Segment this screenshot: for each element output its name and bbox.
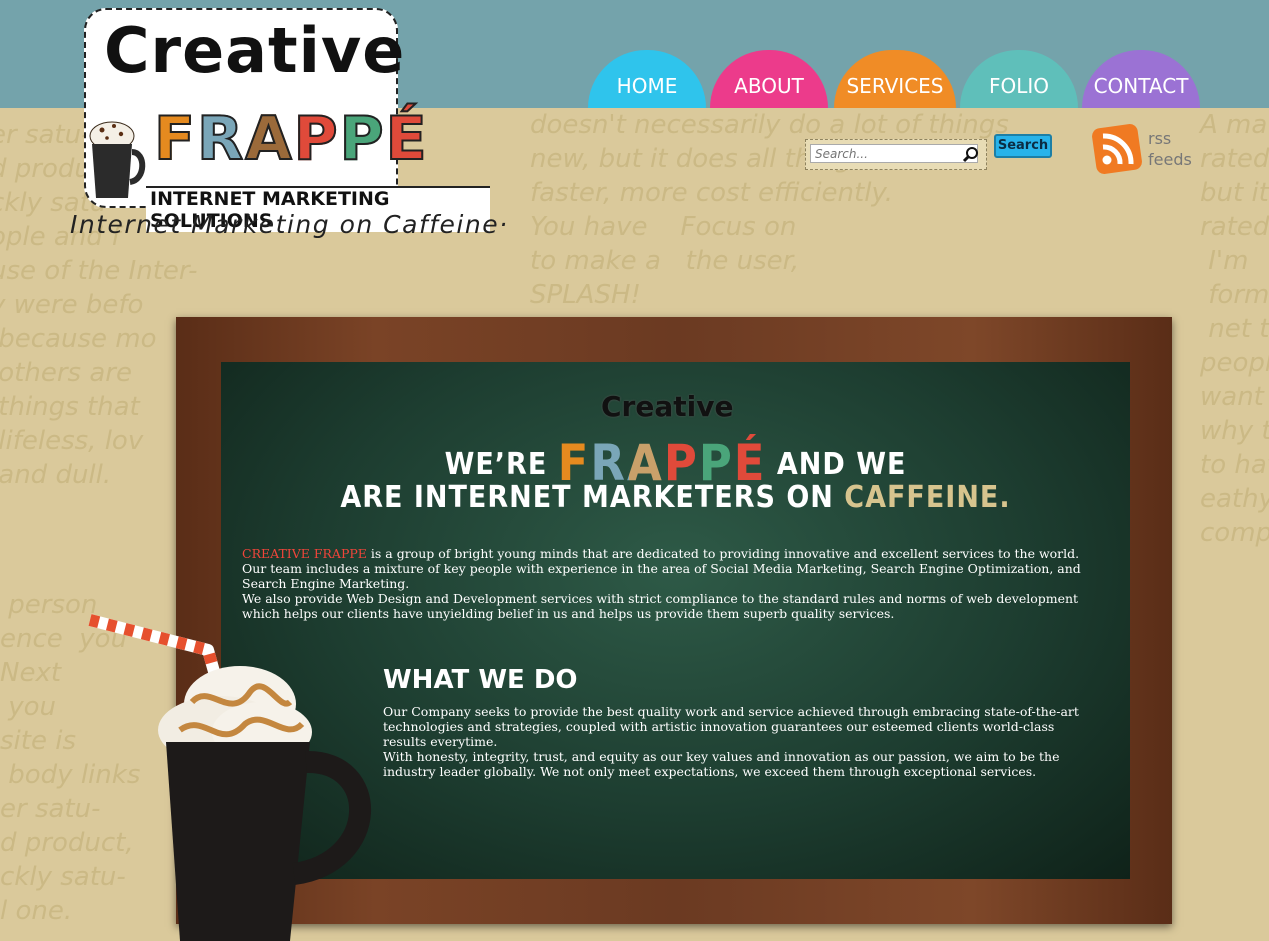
what-we-do-heading: WHAT WE DO: [383, 665, 578, 695]
intro-paragraph: CREATIVE FRAPPE is a group of bright you…: [242, 546, 1102, 591]
what-we-do-paragraph-2: With honesty, integrity, trust, and equi…: [383, 749, 1060, 779]
what-we-do-paragraph-1: Our Company seeks to provide the best qu…: [383, 704, 1079, 749]
background-texture: A ma rated but it rated I'm forme net t …: [1200, 110, 1269, 548]
nav-folio[interactable]: FOLIO: [960, 50, 1078, 108]
main-nav: HOME ABOUT SERVICES FOLIO CONTACT: [588, 50, 1208, 108]
search-icon[interactable]: [962, 146, 980, 164]
nav-about[interactable]: ABOUT: [710, 50, 828, 108]
coffee-mug-icon: [89, 121, 146, 198]
headline-word: AND WE: [776, 447, 907, 482]
headline-line-2: ARE INTERNET MARKETERS ON CAFFEINE.: [221, 480, 1130, 515]
search-button[interactable]: Search: [994, 134, 1052, 158]
site-logo[interactable]: Creative FRAPPÉ INTERNET MARKETING SOLUT…: [84, 8, 490, 232]
rss-icon: [1092, 124, 1142, 174]
nav-home[interactable]: HOME: [588, 50, 706, 108]
board-logo-creative: Creative: [601, 390, 734, 423]
rss-label-line2: feeds: [1148, 150, 1192, 169]
headline-word: WE’RE: [444, 447, 548, 482]
brand-name: CREATIVE FRAPPE: [242, 546, 367, 561]
logo-creative-text: Creative: [104, 14, 406, 87]
frappe-cup-illustration: [88, 614, 372, 941]
mug-icon: [166, 742, 372, 941]
site-tagline: Internet Marketing on Caffeine·: [70, 210, 509, 239]
nav-contact[interactable]: CONTACT: [1082, 50, 1200, 108]
rss-label: rss feeds: [1148, 128, 1192, 170]
search-box: [805, 139, 987, 170]
rss-label-line1: rss: [1148, 129, 1172, 148]
search-input[interactable]: [810, 144, 978, 163]
rss-feeds-link[interactable]: rss feeds: [1092, 124, 1202, 178]
headline-text: ARE INTERNET MARKETERS ON: [340, 480, 845, 515]
nav-services[interactable]: SERVICES: [834, 50, 956, 108]
intro-text: is a group of bright young minds that ar…: [242, 546, 1081, 591]
headline-caffeine: CAFFEINE.: [844, 480, 1011, 515]
logo-frappe-text: FRAPPÉ: [153, 103, 429, 175]
